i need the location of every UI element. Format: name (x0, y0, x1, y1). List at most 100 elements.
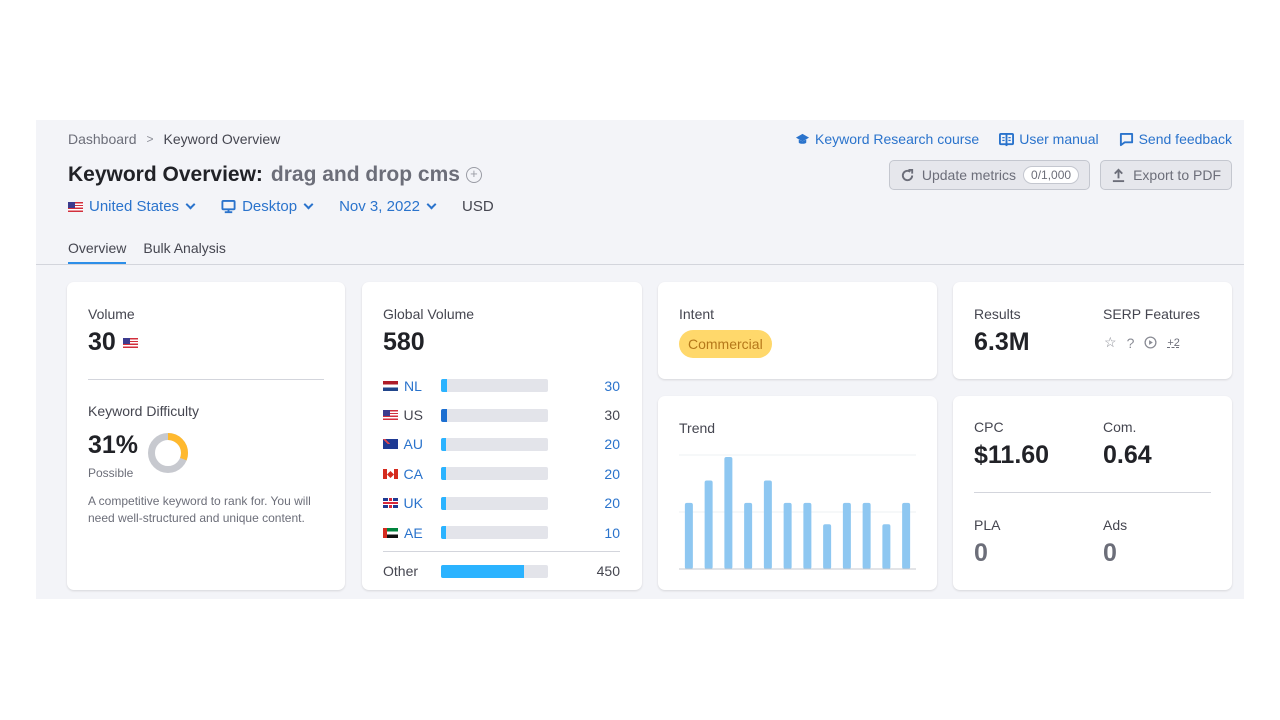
refresh-icon (901, 168, 913, 181)
country-share-fill (441, 526, 447, 540)
country-share-fill (441, 496, 447, 510)
keyword-research-course-link[interactable]: Keyword Research course (795, 131, 979, 147)
country-volume: 30 (604, 377, 620, 394)
country-list: NL 30 US 30 AU 20 CA 20 UK 20 AE 10 Othe… (383, 371, 620, 586)
divider (383, 551, 620, 553)
country-share-fill (441, 408, 447, 422)
other-label: Other (383, 563, 419, 580)
volume-value-wrap: 30 (88, 328, 138, 357)
keyword-difficulty-description: A competitive keyword to rank for. You w… (88, 494, 311, 525)
country-row-other: Other 450 (383, 556, 620, 585)
trend-bar (842, 502, 851, 569)
serp-features-icons: ☆ ? +2 (1104, 334, 1180, 351)
au-flag-icon (383, 439, 398, 450)
volume-value: 30 (88, 328, 116, 356)
trend-chart (679, 454, 916, 570)
question-icon: ? (1126, 334, 1135, 351)
global-volume-card: Global Volume 580 NL 30 US 30 AU 20 CA 2… (362, 282, 642, 590)
send-feedback-label: Send feedback (1138, 131, 1232, 147)
country-row-ca[interactable]: CA 20 (383, 459, 620, 488)
ca-flag-icon (383, 468, 398, 479)
header-actions: Update metrics 0/1,000 Export to PDF (888, 160, 1232, 190)
country-value: United States (89, 198, 180, 215)
breadcrumb-separator: > (146, 132, 154, 146)
chat-bubble-icon (1119, 132, 1133, 146)
trend-bar (882, 524, 891, 569)
country-code: AE (404, 524, 423, 541)
trend-card: Trend (658, 396, 937, 590)
divider (88, 379, 324, 380)
trend-bar (803, 502, 812, 569)
tab-bulk-analysis[interactable]: Bulk Analysis (143, 240, 225, 264)
chevron-down-icon (185, 199, 196, 210)
device-selector[interactable]: Desktop (221, 198, 315, 215)
top-links: Keyword Research course User manual Send… (795, 131, 1232, 147)
ae-flag-icon (383, 527, 398, 538)
plus-circle-icon[interactable]: + (465, 167, 482, 183)
country-volume: 20 (604, 465, 620, 482)
competition-label: Com. (1103, 419, 1137, 435)
cpc-card: CPC $11.60 Com. 0.64 PLA 0 Ads 0 (953, 396, 1232, 590)
page-title: Keyword Overview: drag and drop cms + (68, 163, 482, 187)
us-flag-icon (383, 410, 398, 421)
country-share-bar (441, 467, 548, 481)
update-metrics-counter: 0/1,000 (1023, 166, 1080, 184)
volume-kd-card: Volume 30 Keyword Difficulty 31% Possibl… (67, 282, 345, 590)
country-code: CA (403, 465, 423, 482)
date-selector[interactable]: Nov 3, 2022 (339, 198, 438, 215)
desktop-icon (221, 199, 236, 214)
country-share-bar (441, 564, 548, 578)
other-volume: 450 (596, 563, 620, 580)
country-code: UK (403, 495, 423, 512)
chevron-down-icon (426, 199, 437, 210)
serp-features-more[interactable]: +2 (1167, 337, 1180, 349)
keyword-difficulty-label: Keyword Difficulty (88, 403, 200, 419)
intent-card: Intent Commercial (658, 282, 937, 379)
trend-bar (704, 480, 713, 569)
ads-label: Ads (1103, 517, 1128, 533)
country-code: US (403, 407, 423, 424)
country-share-bar (441, 379, 548, 393)
country-row-uk[interactable]: UK 20 (383, 489, 620, 518)
upload-icon (1112, 168, 1125, 182)
us-flag-icon (68, 201, 83, 212)
country-share-fill (441, 379, 447, 393)
pla-value: 0 (974, 539, 988, 567)
page-title-text: Keyword Overview: (68, 163, 263, 186)
export-pdf-button[interactable]: Export to PDF (1100, 160, 1232, 190)
results-card: Results 6.3M SERP Features ☆ ? +2 (953, 282, 1232, 379)
keyword-overview-panel: Dashboard > Keyword Overview Keyword Res… (36, 120, 1244, 599)
user-manual-link[interactable]: User manual (999, 131, 1099, 147)
filters-bar: United States Desktop Nov 3, 2022 USD (68, 198, 494, 215)
tabs-divider (36, 264, 1244, 265)
country-row-ae[interactable]: AE 10 (383, 518, 620, 547)
keyword-difficulty-value: 31% (88, 431, 139, 459)
country-row-nl[interactable]: NL 30 (383, 371, 620, 400)
breadcrumb: Dashboard > Keyword Overview (68, 131, 280, 147)
tabs: Overview Bulk Analysis (68, 240, 226, 264)
update-metrics-label: Update metrics (921, 167, 1017, 183)
pla-label: PLA (974, 517, 1001, 533)
tab-overview[interactable]: Overview (68, 240, 127, 264)
breadcrumb-dashboard[interactable]: Dashboard (68, 131, 137, 147)
send-feedback-link[interactable]: Send feedback (1119, 131, 1232, 147)
country-share-bar (441, 408, 548, 422)
currency-label: USD (461, 198, 494, 215)
trend-bar (902, 502, 911, 569)
book-icon (999, 132, 1015, 146)
device-value: Desktop (242, 198, 298, 215)
update-metrics-button[interactable]: Update metrics 0/1,000 (888, 160, 1091, 190)
keyword-research-course-label: Keyword Research course (815, 131, 980, 147)
cpc-value: $11.60 (974, 441, 1050, 469)
trend-bar (823, 524, 832, 569)
country-row-au[interactable]: AU 20 (383, 430, 620, 459)
divider (974, 492, 1211, 493)
trend-bar (862, 502, 871, 569)
country-share-fill (441, 437, 447, 451)
country-selector[interactable]: United States (68, 198, 197, 215)
competition-value: 0.64 (1103, 441, 1152, 469)
uk-flag-icon (383, 498, 398, 509)
country-share-bar (441, 437, 548, 451)
country-row-us[interactable]: US 30 (383, 400, 620, 429)
keyword-difficulty-rating: Possible (88, 466, 134, 480)
